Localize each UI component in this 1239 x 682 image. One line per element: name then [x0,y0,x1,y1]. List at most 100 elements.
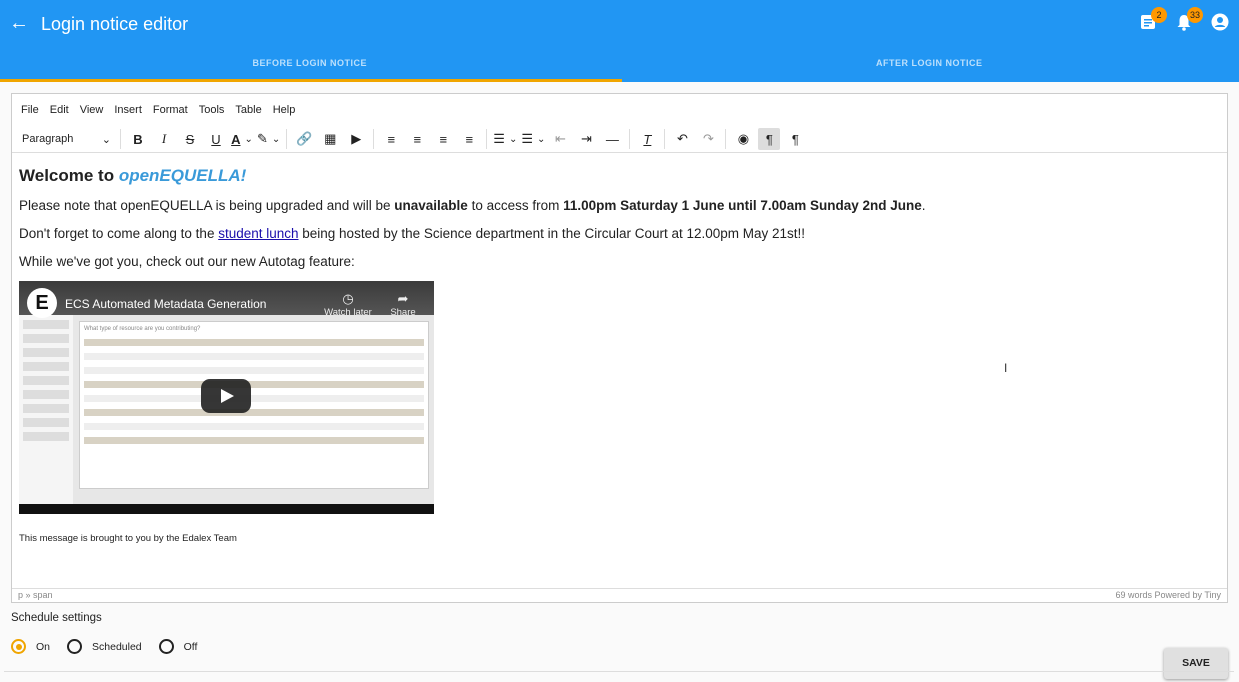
video-nav-item [23,390,69,399]
radio-off-label[interactable]: Off [184,641,198,653]
clear-formatting-icon: T [643,131,652,147]
outage-text-2: to access from [467,198,564,213]
back-arrow-icon[interactable]: ← [9,12,29,34]
video-nav-item [23,362,69,371]
video-row [84,409,424,416]
video-nav-item [23,432,69,441]
bold-icon: B [133,131,143,147]
menu-edit[interactable]: Edit [50,104,69,116]
menu-help[interactable]: Help [273,104,296,116]
account-circle-icon [1211,13,1229,31]
video-row [84,367,424,374]
menu-insert[interactable]: Insert [114,104,142,116]
redo-button[interactable]: ↷ [697,128,719,150]
notifications-badge: 33 [1186,7,1203,23]
outage-text-3: . [921,198,926,213]
word-count: 69 words Powered by Tiny [1115,590,1221,600]
outage-window: 11.00pm Saturday 1 June until 7.00am Sun… [563,198,922,213]
video-title[interactable]: ECS Automated Metadata Generation [65,297,266,311]
align-center-button[interactable]: ≡ [406,128,428,150]
student-lunch-link[interactable]: student lunch [218,226,298,241]
insert-image-button[interactable]: ▦ [319,128,341,150]
account-button[interactable] [1207,9,1233,35]
heading-brand: openEQUELLA! [118,166,247,185]
radio-on[interactable] [11,639,26,654]
undo-button[interactable]: ↶ [671,128,693,150]
editor-menubar: File Edit View Insert Format Tools Table… [12,94,1227,126]
embedded-video[interactable]: What type of resource are you contributi… [19,281,434,514]
block-format-select[interactable]: Paragraph ⌄ [19,128,114,150]
radio-on-label[interactable]: On [36,641,50,653]
chevron-down-icon: ⌄ [271,133,281,145]
horizontal-rule-button[interactable]: — [601,128,623,150]
insert-link-button[interactable]: 🔗 [293,128,315,150]
menu-format[interactable]: Format [153,104,188,116]
menu-view[interactable]: View [80,104,104,116]
menu-tools[interactable]: Tools [199,104,225,116]
ltr-button[interactable]: ¶ [758,128,781,150]
menu-file[interactable]: File [21,104,39,116]
image-icon: ▦ [324,131,337,146]
notifications-button[interactable]: 33 [1171,7,1203,35]
outdent-button[interactable]: ⇤ [549,128,571,150]
tab-after-login[interactable]: AFTER LOGIN NOTICE [620,48,1239,82]
menu-table[interactable]: Table [235,104,261,116]
save-button[interactable]: SAVE [1164,648,1228,679]
toolbar-divider [120,129,121,149]
ltr-icon: ¶ [765,131,773,147]
element-path[interactable]: p » span [18,589,53,602]
clear-formatting-button[interactable]: T [636,128,658,150]
align-right-button[interactable]: ≡ [432,128,454,150]
toolbar-divider [725,129,727,149]
rtl-button[interactable]: ¶ [784,128,806,150]
play-button-icon[interactable] [201,379,251,413]
chevron-down-icon: ⌄ [101,133,111,146]
text-cursor-icon: I [1004,361,1008,375]
video-nav-item [23,348,69,357]
text-color-button[interactable]: A ⌄ [231,128,253,150]
italic-icon: I [161,131,167,146]
rich-text-editor: File Edit View Insert Format Tools Table… [11,93,1228,603]
toolbar-divider [664,129,666,149]
watch-later-button[interactable]: ◷ Watch later [322,291,374,318]
align-left-icon: ≡ [387,131,396,147]
radio-scheduled[interactable] [67,639,83,654]
radio-scheduled-label[interactable]: Scheduled [92,641,142,653]
underline-icon: U [211,131,221,147]
video-nav-item [23,404,69,413]
toolbar-divider [629,129,631,149]
active-tab-indicator [0,79,622,82]
highlight-color-button[interactable]: ✎ ⌄ [257,128,280,150]
insert-media-button[interactable]: ▶ [345,128,367,150]
align-right-icon: ≡ [439,131,448,147]
tab-before-login[interactable]: BEFORE LOGIN NOTICE [0,48,620,82]
page-title: Login notice editor [41,14,189,34]
bullet-list-button[interactable]: ☰ ⌄ [521,128,545,150]
align-left-button[interactable]: ≡ [380,128,402,150]
video-row [84,353,424,360]
radio-off[interactable] [158,639,174,654]
lunch-text-2: being hosted by the Science department i… [298,226,806,241]
italic-button[interactable]: I [153,128,175,150]
video-row [84,395,424,402]
bold-button[interactable]: B [127,128,149,150]
indent-button[interactable]: ⇥ [575,128,597,150]
strikethrough-icon: S [185,131,195,147]
media-icon: ▶ [351,131,362,146]
indent-icon: ⇥ [580,131,592,146]
numbered-list-button[interactable]: ☰ ⌄ [493,128,517,150]
underline-button[interactable]: U [205,128,227,150]
eye-icon: ◉ [737,131,750,146]
notice-tabs: BEFORE LOGIN NOTICE AFTER LOGIN NOTICE [0,48,1239,82]
horizontal-rule-icon: — [605,131,619,147]
appbar-actions: 2 33 [1135,7,1233,36]
video-title-bar: E ECS Automated Metadata Generation ◷ Wat… [19,281,434,318]
share-label: Share [390,307,416,318]
tasks-badge: 2 [1151,7,1167,23]
share-button[interactable]: ➦ Share [377,291,429,318]
strikethrough-button[interactable]: S [179,128,201,150]
align-justify-button[interactable]: ≡ [458,128,480,150]
editor-content[interactable]: Welcome to openEQUELLA! Please note that… [12,153,1227,590]
preview-button[interactable]: ◉ [732,128,754,150]
tasks-button[interactable]: 2 [1135,7,1167,35]
